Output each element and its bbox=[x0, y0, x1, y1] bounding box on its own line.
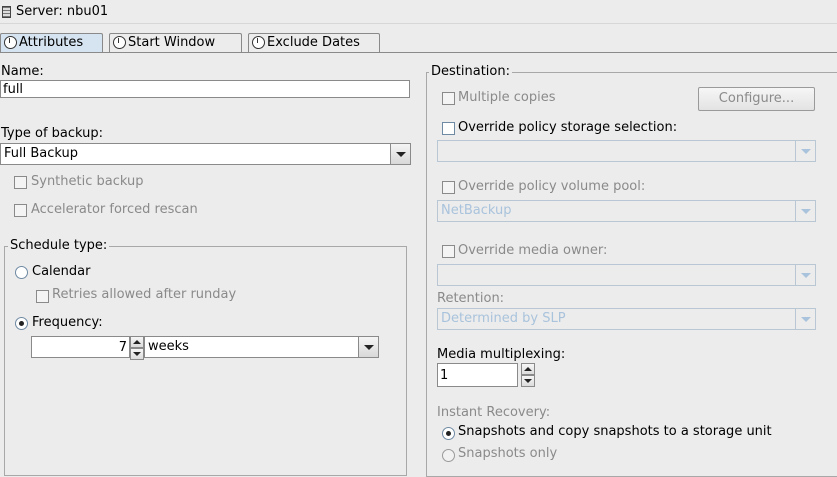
chevron-down-icon[interactable] bbox=[795, 141, 815, 161]
clock-icon bbox=[113, 36, 126, 49]
clock-icon bbox=[4, 36, 17, 49]
server-icon bbox=[2, 6, 11, 18]
calendar-label: Calendar bbox=[32, 264, 91, 279]
media-owner-select[interactable] bbox=[437, 264, 816, 286]
synthetic-backup-checkbox[interactable] bbox=[14, 176, 27, 189]
name-label: Name: bbox=[1, 64, 44, 79]
accelerator-rescan-label: Accelerator forced rescan bbox=[31, 202, 198, 217]
spinner-up-icon[interactable] bbox=[521, 363, 535, 375]
frequency-unit-select[interactable]: weeks bbox=[144, 336, 379, 358]
schedule-type-title: Schedule type: bbox=[8, 238, 110, 253]
schedule-type-group bbox=[4, 246, 407, 476]
window-header: Server: nbu01 bbox=[0, 0, 837, 24]
media-multiplexing-spinner[interactable] bbox=[521, 363, 535, 387]
retention-select[interactable]: Determined by SLP bbox=[437, 308, 816, 330]
frequency-spinner[interactable] bbox=[130, 336, 144, 360]
frequency-radio[interactable] bbox=[15, 317, 28, 330]
chevron-down-icon[interactable] bbox=[795, 309, 815, 329]
synthetic-backup-label: Synthetic backup bbox=[31, 174, 144, 189]
volume-pool-select[interactable]: NetBackup bbox=[437, 200, 816, 222]
media-multiplexing-input[interactable]: 1 bbox=[437, 363, 518, 387]
volume-pool-value: NetBackup bbox=[441, 203, 512, 218]
tab-divider bbox=[0, 52, 837, 53]
override-storage-checkbox[interactable] bbox=[442, 122, 455, 135]
tab-start-window[interactable]: Start Window bbox=[109, 33, 242, 52]
spinner-down-icon[interactable] bbox=[521, 375, 535, 387]
multiple-copies-label: Multiple copies bbox=[458, 90, 556, 105]
accelerator-rescan-checkbox[interactable] bbox=[14, 204, 27, 217]
storage-select[interactable] bbox=[437, 140, 816, 162]
override-volume-pool-checkbox[interactable] bbox=[442, 181, 455, 194]
media-multiplexing-label: Media multiplexing: bbox=[437, 347, 566, 362]
frequency-label: Frequency: bbox=[32, 315, 103, 330]
multiple-copies-checkbox[interactable] bbox=[442, 92, 455, 105]
snapshots-only-radio[interactable] bbox=[442, 449, 455, 462]
snapshots-copy-radio[interactable] bbox=[442, 427, 455, 440]
tab-label: Start Window bbox=[128, 35, 216, 50]
override-media-owner-label: Override media owner: bbox=[458, 243, 608, 258]
override-volume-pool-label: Override policy volume pool: bbox=[458, 179, 646, 194]
chevron-down-icon[interactable] bbox=[358, 337, 378, 357]
window-title: Server: nbu01 bbox=[16, 4, 109, 19]
override-storage-label: Override policy storage selection: bbox=[458, 120, 678, 135]
frequency-unit-value: weeks bbox=[148, 339, 189, 354]
frequency-input[interactable]: 7 bbox=[31, 336, 130, 358]
retention-label: Retention: bbox=[437, 291, 505, 306]
retries-after-runday-checkbox[interactable] bbox=[36, 290, 49, 303]
destination-title: Destination: bbox=[429, 64, 512, 79]
chevron-down-icon[interactable] bbox=[795, 265, 815, 285]
tab-exclude-dates[interactable]: Exclude Dates bbox=[248, 33, 380, 52]
chevron-down-icon[interactable] bbox=[390, 144, 410, 164]
spinner-up-icon[interactable] bbox=[130, 336, 144, 348]
clock-icon bbox=[252, 36, 265, 49]
snapshots-copy-label: Snapshots and copy snapshots to a storag… bbox=[458, 424, 772, 439]
spinner-down-icon[interactable] bbox=[130, 348, 144, 360]
type-of-backup-select[interactable]: Full Backup bbox=[0, 143, 411, 165]
calendar-radio[interactable] bbox=[15, 266, 28, 279]
retention-value: Determined by SLP bbox=[441, 311, 566, 326]
tab-attributes[interactable]: Attributes bbox=[0, 33, 103, 53]
name-input[interactable]: full bbox=[0, 80, 410, 98]
tab-label: Exclude Dates bbox=[267, 35, 360, 50]
override-media-owner-checkbox[interactable] bbox=[442, 245, 455, 258]
snapshots-only-label: Snapshots only bbox=[458, 446, 558, 461]
type-of-backup-value: Full Backup bbox=[4, 146, 79, 161]
chevron-down-icon[interactable] bbox=[795, 201, 815, 221]
type-of-backup-label: Type of backup: bbox=[1, 126, 104, 141]
retries-after-runday-label: Retries allowed after runday bbox=[52, 287, 237, 302]
tab-label: Attributes bbox=[19, 35, 84, 50]
configure-button[interactable]: Configure... bbox=[698, 87, 815, 111]
instant-recovery-label: Instant Recovery: bbox=[437, 405, 551, 420]
